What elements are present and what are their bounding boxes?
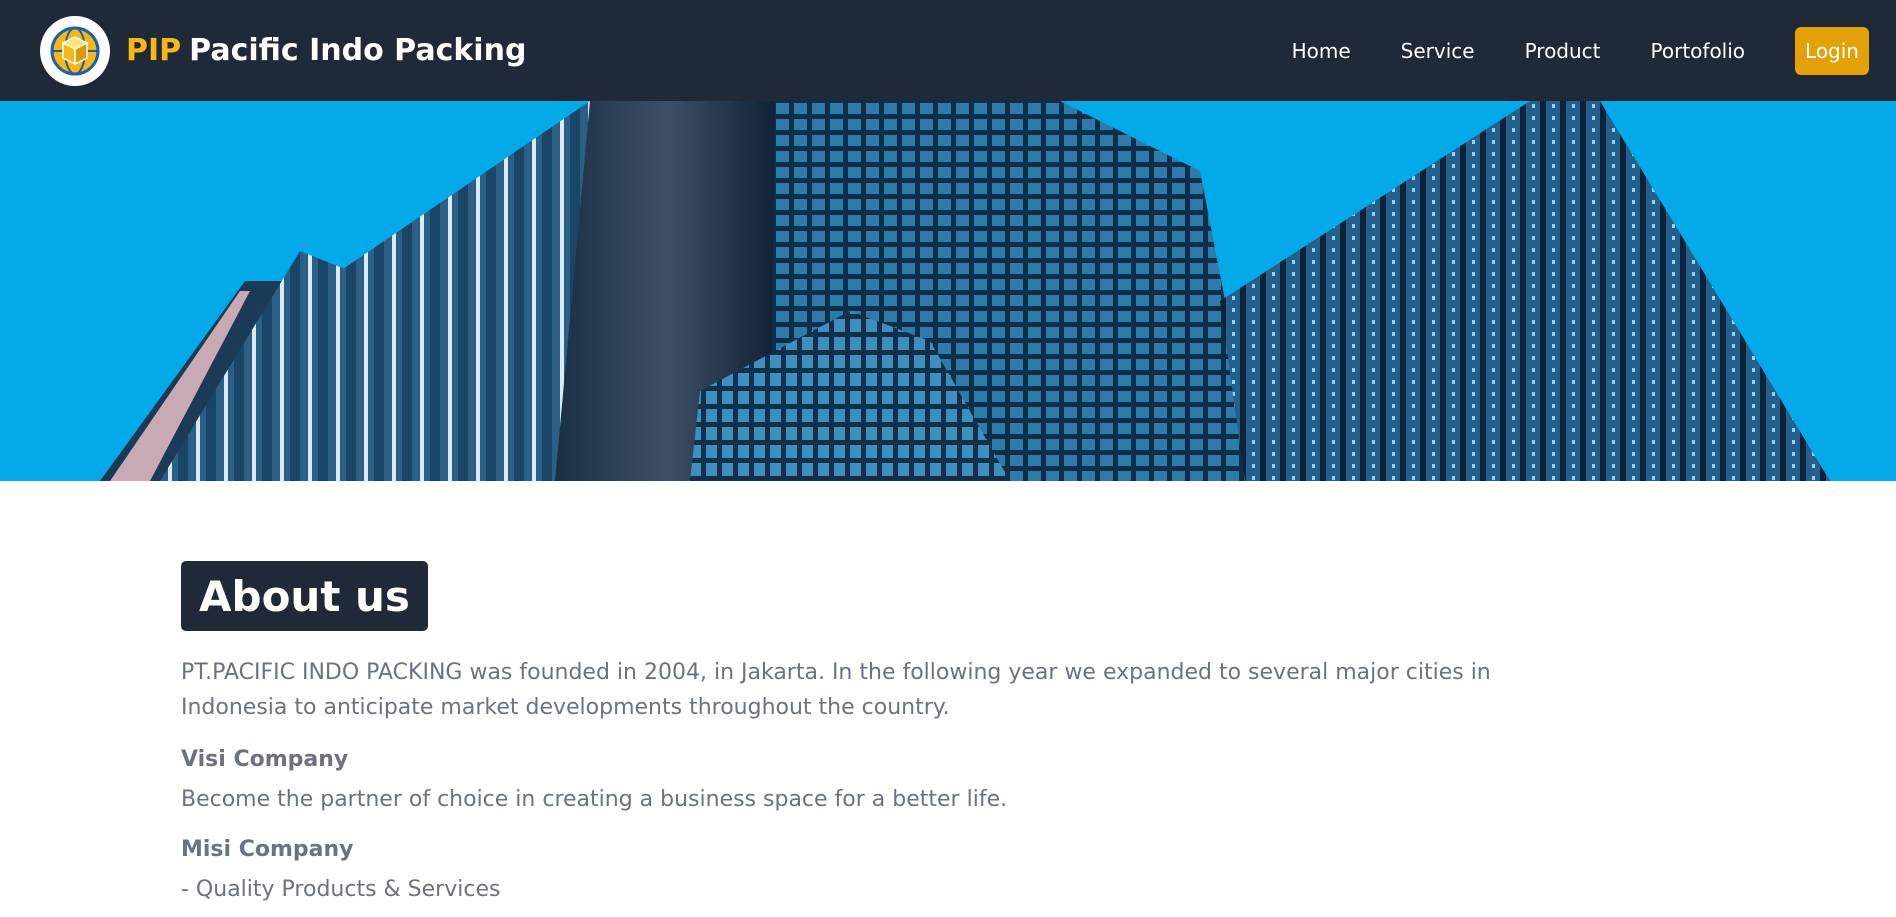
skyscrapers-photo [0,101,1896,481]
nav-product[interactable]: Product [1525,39,1601,63]
nav-portofolio[interactable]: Portofolio [1651,39,1746,63]
brand[interactable]: PIP Pacific Indo Packing [40,15,526,86]
visi-heading: Visi Company [181,747,349,772]
brand-name: PIP Pacific Indo Packing [126,33,526,68]
hero-banner [0,101,1896,481]
box-globe-icon [40,15,110,86]
about-section: About us PT.PACIFIC INDO PACKING was fou… [181,561,1511,905]
nav-home[interactable]: Home [1292,39,1351,63]
login-button[interactable]: Login [1795,26,1869,75]
about-intro: PT.PACIFIC INDO PACKING was founded in 2… [181,660,1491,720]
brand-full-name: Pacific Indo Packing [189,33,527,68]
about-title: About us [181,561,428,631]
brand-abbreviation: PIP [126,33,182,68]
visi-text: Become the partner of choice in creating… [181,787,1008,812]
misi-heading: Misi Company [181,837,354,862]
navbar: PIP Pacific Indo Packing Home Service Pro… [0,0,1896,101]
nav-service[interactable]: Service [1401,39,1475,63]
nav-menu: Home Service Product Portofolio Login [1292,26,1869,75]
misi-item: - Quality Products & Services [181,877,501,902]
